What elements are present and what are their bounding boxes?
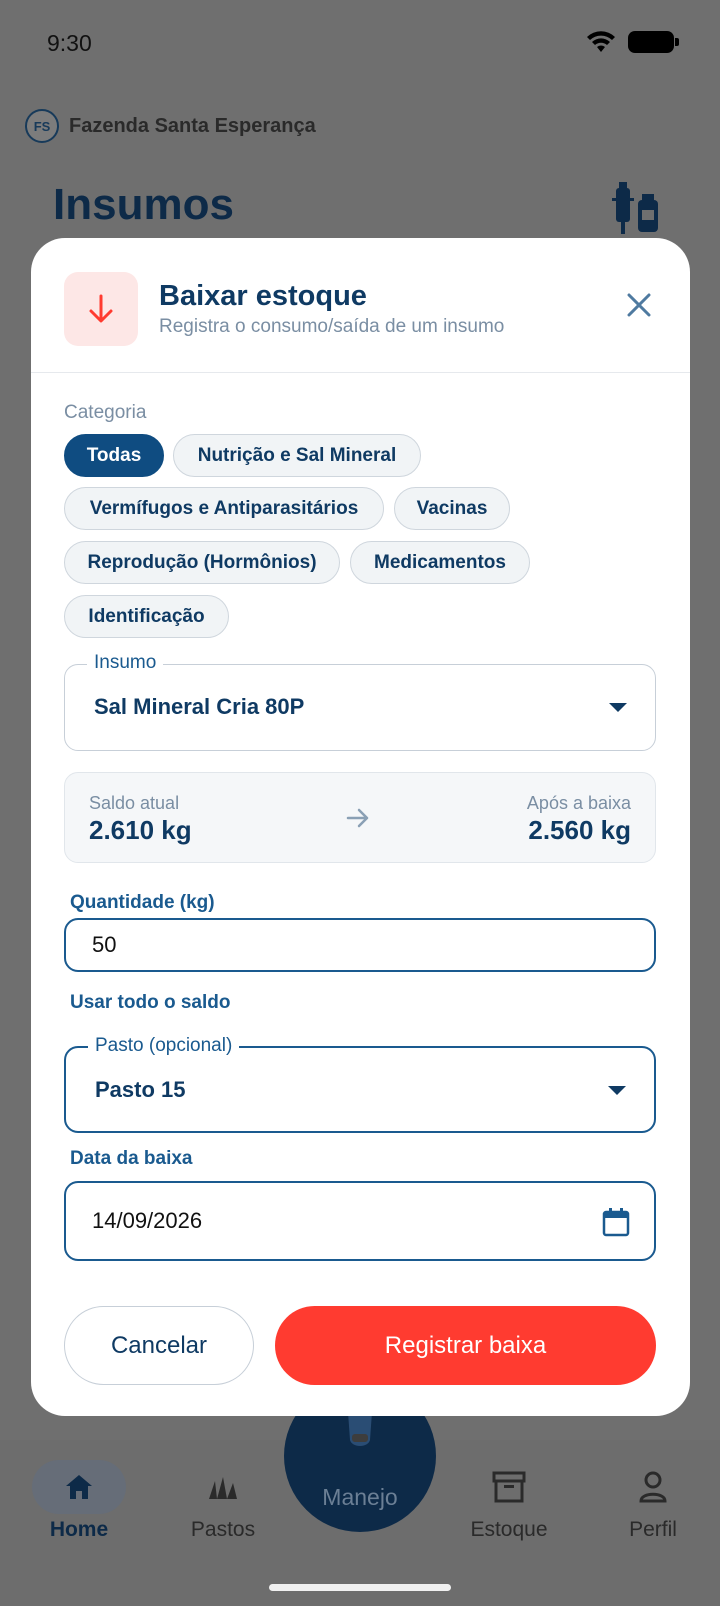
after-balance-value: 2.560 kg: [528, 815, 631, 845]
person-icon: [639, 1471, 667, 1503]
balance-summary: Saldo atual 2.610 kg Após a baixa 2.560 …: [64, 772, 656, 863]
calendar-icon[interactable]: [602, 1207, 630, 1237]
chevron-down-icon: [609, 703, 627, 712]
close-icon: [627, 293, 651, 317]
battery-icon: [628, 31, 679, 53]
chevron-down-icon: [608, 1086, 626, 1095]
farm-avatar: FS: [25, 109, 59, 143]
nav-manejo-label: Manejo: [322, 1484, 398, 1510]
pasto-label: Pasto (opcional): [88, 1035, 240, 1057]
insumo-value: Sal Mineral Cria 80P: [94, 694, 305, 719]
arrow-right-icon: [346, 808, 369, 828]
use-all-balance-link[interactable]: Usar todo o saldo: [70, 992, 230, 1014]
farm-selector[interactable]: FS Fazenda Santa Esperança: [25, 109, 316, 143]
modal-title: Baixar estoque: [159, 280, 367, 312]
chip-reproducao[interactable]: Reprodução (Hormônios): [64, 541, 340, 584]
chip-vermifugos[interactable]: Vermífugos e Antiparasitários: [64, 487, 384, 530]
status-icons: [586, 30, 679, 54]
chip-nutricao[interactable]: Nutrição e Sal Mineral: [173, 434, 421, 477]
archive-icon: [492, 1471, 526, 1503]
close-button[interactable]: [622, 288, 656, 322]
page-title: Insumos: [53, 180, 234, 229]
nav-estoque-label: Estoque: [470, 1518, 548, 1541]
farm-name: Fazenda Santa Esperança: [69, 114, 316, 137]
status-time: 9:30: [47, 30, 92, 56]
header-icon-box: [64, 272, 138, 346]
after-balance-label: Após a baixa: [526, 793, 631, 813]
insumo-label: Insumo: [87, 652, 164, 674]
chip-vacinas[interactable]: Vacinas: [394, 487, 510, 530]
modal-subtitle: Registra o consumo/saída de um insumo: [159, 316, 505, 337]
grass-icon: [209, 1477, 237, 1499]
wifi-icon: [587, 31, 615, 52]
nav-pastos[interactable]: Pastos: [163, 1460, 283, 1542]
date-value: 14/09/2026: [92, 1208, 203, 1233]
chip-todas[interactable]: Todas: [64, 434, 164, 477]
quantity-value: 50: [92, 932, 117, 957]
category-label: Categoria: [64, 402, 147, 423]
chip-medicamentos[interactable]: Medicamentos: [350, 541, 530, 584]
insumo-select[interactable]: Insumo Sal Mineral Cria 80P: [64, 652, 656, 751]
date-label: Data da baixa: [70, 1148, 193, 1169]
nav-perfil-label: Perfil: [629, 1518, 677, 1541]
current-balance-value: 2.610 kg: [89, 815, 192, 845]
status-bar: 9:30: [0, 0, 720, 90]
date-input[interactable]: 14/09/2026: [64, 1181, 656, 1261]
nav-pastos-label: Pastos: [190, 1518, 256, 1541]
nav-home-label: Home: [49, 1518, 109, 1541]
register-submit-button[interactable]: Registrar baixa: [275, 1306, 656, 1385]
nav-perfil[interactable]: Perfil: [593, 1460, 713, 1542]
pasto-select[interactable]: Pasto (opcional) Pasto 15: [64, 1035, 656, 1133]
pasto-value: Pasto 15: [95, 1077, 186, 1102]
nav-home[interactable]: Home: [19, 1460, 139, 1542]
nav-estoque[interactable]: Estoque: [449, 1460, 569, 1542]
home-icon: [66, 1475, 92, 1499]
home-indicator: [269, 1584, 451, 1591]
syringe-bottle-icon: [612, 182, 658, 234]
quantity-label: Quantidade (kg): [70, 892, 215, 913]
cancel-button[interactable]: Cancelar: [64, 1306, 254, 1385]
baixar-estoque-modal: Baixar estoque Registra o consumo/saída …: [31, 238, 690, 1416]
quantity-input[interactable]: 50: [64, 918, 656, 972]
chip-identificacao[interactable]: Identificação: [64, 595, 229, 638]
modal-header: Baixar estoque Registra o consumo/saída …: [31, 238, 690, 373]
arrow-down-icon: [89, 294, 113, 323]
current-balance-label: Saldo atual: [89, 793, 180, 813]
